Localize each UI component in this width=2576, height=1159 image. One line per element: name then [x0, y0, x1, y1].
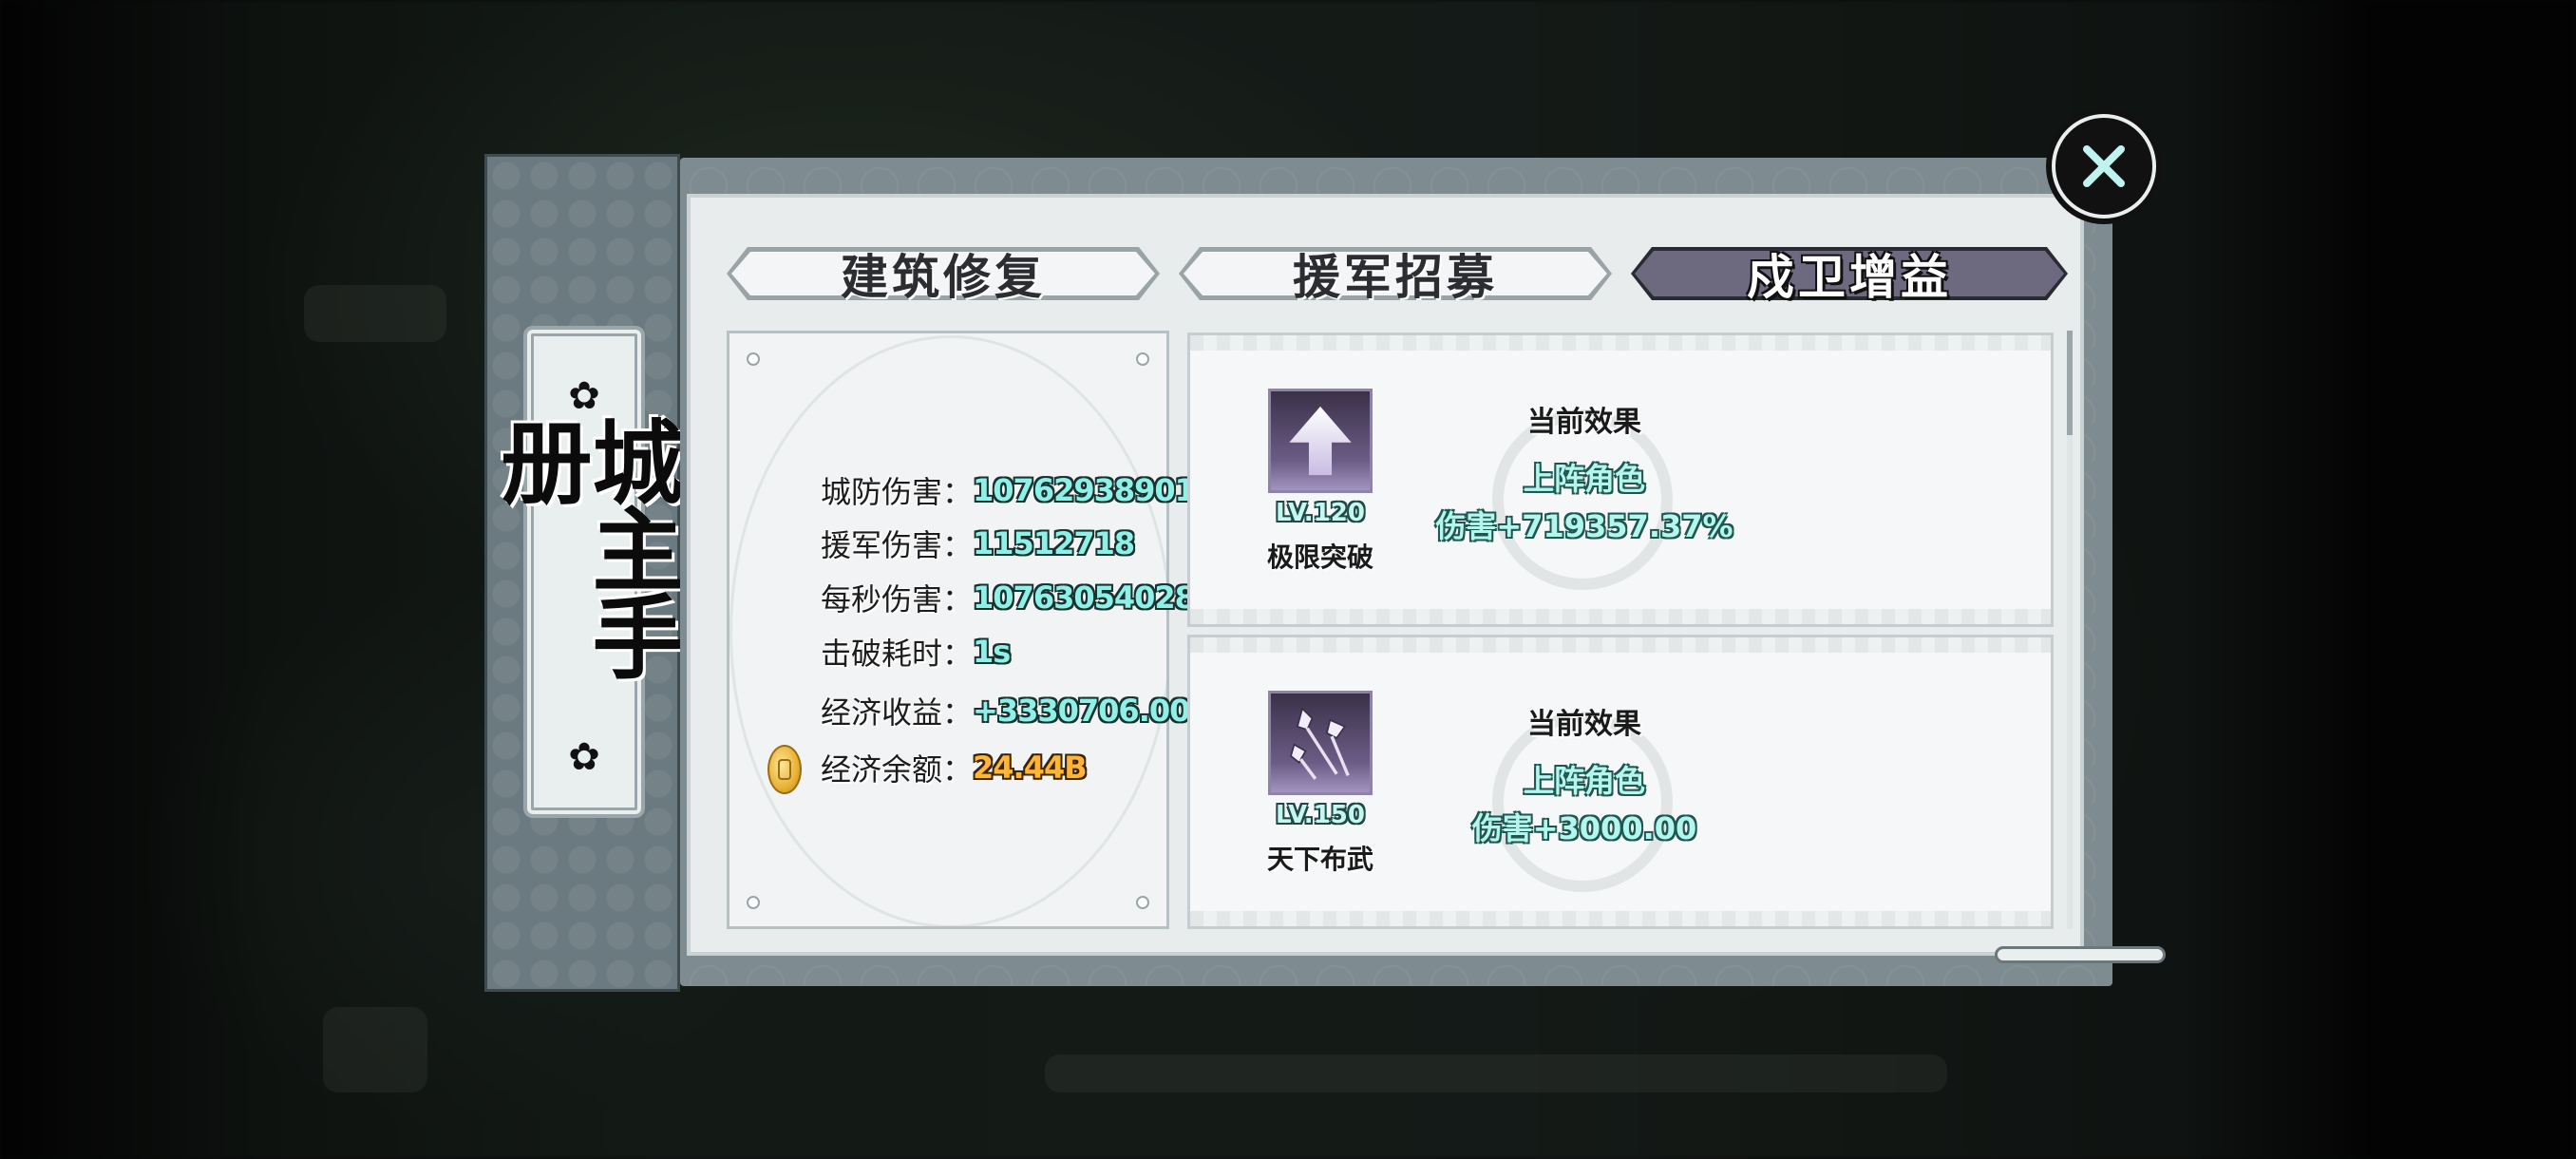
stat-reinforcement-damage: 援军伤害： 11512718	[821, 525, 1135, 563]
effect-value: 伤害+3000.00	[1471, 810, 1697, 846]
book-title: 城主手册	[485, 415, 684, 677]
book-spine: ✿ 城主手册 ✿	[484, 154, 684, 992]
stat-break-time: 击破耗时： 1s	[821, 634, 1011, 672]
rivet-icon	[1136, 352, 1149, 366]
effect-title: 当前效果	[1527, 406, 1641, 439]
effect-value: 伤害+719357.37%	[1435, 508, 1733, 544]
flower-icon: ✿	[568, 374, 600, 418]
buff-card-tenka-fubu[interactable]: LV.150 天下布武 当前效果 上阵角色 伤害+3000.00	[1187, 635, 2054, 929]
rivet-icon	[1136, 896, 1149, 909]
kunai-icon[interactable]	[1268, 691, 1373, 795]
stat-damage-per-second: 每秒伤害： 1076305402857	[821, 580, 1236, 618]
stat-city-defense-damage: 城防伤害： 1076293890139	[821, 472, 1236, 510]
rivet-icon	[747, 896, 760, 909]
flower-icon: ✿	[568, 735, 600, 779]
close-icon	[2083, 145, 2125, 187]
scrollbar-thumb[interactable]	[2067, 331, 2073, 435]
skill-level: LV.150	[1276, 801, 1365, 829]
effect-title: 当前效果	[1527, 708, 1641, 741]
gold-coin-icon	[767, 745, 802, 794]
decorative-scroll-ornament	[1995, 946, 2166, 963]
skill-level: LV.120	[1276, 499, 1365, 527]
rivet-icon	[747, 352, 760, 366]
arrow-up-icon[interactable]	[1268, 389, 1373, 493]
effect-target: 上阵角色	[1523, 461, 1645, 497]
buff-card-limit-break[interactable]: LV.120 极限突破 当前效果 上阵角色 伤害+719357.37%	[1187, 332, 2054, 627]
tab-reinforcement-recruit[interactable]: 援军招募	[1179, 247, 1612, 305]
stat-economy-income: 经济收益： +3330706.00/s	[821, 693, 1218, 731]
book-title-plaque: ✿ 城主手册 ✿	[485, 326, 684, 818]
tab-garrison-buff[interactable]: 戍卫增益	[1631, 247, 2068, 305]
tab-building-repair[interactable]: 建筑修复	[727, 247, 1160, 305]
effect-target: 上阵角色	[1523, 763, 1645, 799]
buff-list[interactable]: LV.120 极限突破 当前效果 上阵角色 伤害+719357.37% LV.1…	[1187, 332, 2054, 929]
close-button[interactable]	[2052, 114, 2156, 218]
stat-economy-balance: 经济余额： 24.44B	[821, 750, 1088, 788]
buff-list-scrollbar[interactable]	[2067, 331, 2073, 929]
